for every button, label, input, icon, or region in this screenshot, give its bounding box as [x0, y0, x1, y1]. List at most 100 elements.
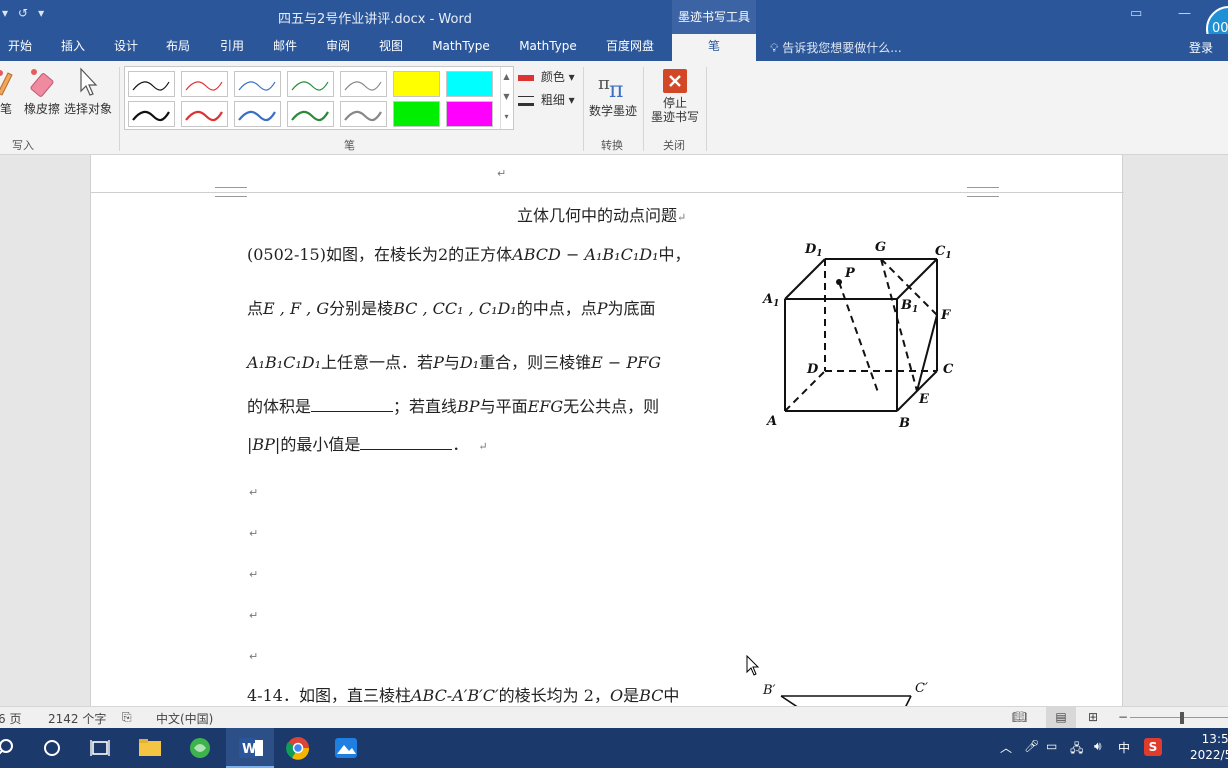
document-page[interactable]: ↵ 立体几何中的动点问题↵ (0502-15)如图，在棱长为2的正方体ABCD …: [90, 155, 1124, 706]
highlighter-magenta[interactable]: [446, 101, 493, 127]
microphone-icon[interactable]: 🎤︎: [1024, 739, 1039, 753]
select-objects-label: 选择对象: [63, 102, 112, 116]
thickness-button[interactable]: 粗细 ▾: [518, 91, 575, 108]
tab-review[interactable]: 审阅: [315, 34, 361, 61]
qat-customize-icon[interactable]: ▾: [2, 6, 8, 20]
text-run: 的棱长均为 2，: [498, 686, 610, 705]
tab-mathtype-2[interactable]: MathType: [511, 34, 585, 61]
text-run: 重合，则三棱锥: [479, 353, 592, 372]
tab-pen[interactable]: 笔: [672, 34, 756, 61]
tab-design[interactable]: 设计: [103, 34, 149, 61]
math-plane-efg: EFG: [527, 397, 564, 416]
tab-home[interactable]: 开始: [0, 34, 40, 61]
status-bar: 6 页 2142 个字 ⎘ 中文(中国) 📖︎ ▤ ⊞ −: [0, 706, 1228, 728]
paragraph-mark: ↵: [249, 486, 259, 499]
ime-indicator[interactable]: 中: [1118, 739, 1130, 756]
text-run: ；若直线: [393, 397, 458, 416]
edge-cprime-aprime: [905, 695, 912, 706]
qat-dropdown-icon[interactable]: ▾: [38, 6, 44, 20]
file-explorer-icon[interactable]: [126, 728, 174, 768]
math-edge-bc: BC: [639, 686, 664, 705]
pen-button[interactable]: 笔: [0, 67, 18, 117]
system-clock[interactable]: 13:50 2022/5/: [1190, 731, 1228, 763]
math-point-d1: D₁: [459, 353, 480, 372]
math-prism: ABC-A′B′C′: [410, 686, 499, 705]
eraser-button[interactable]: 橡皮擦: [22, 67, 62, 117]
page-count[interactable]: 6 页: [0, 710, 21, 727]
zoom-slider-thumb[interactable]: [1180, 712, 1184, 724]
pen-black-thin[interactable]: [128, 71, 175, 97]
pen-red-thin[interactable]: [181, 71, 228, 97]
tell-me-search[interactable]: 💡︎ 告诉我您想要做什么...: [770, 39, 902, 56]
highlighter-cyan[interactable]: [446, 71, 493, 97]
word-app-icon[interactable]: W: [226, 728, 274, 768]
paragraph-mark: ↵: [249, 609, 259, 622]
redo-icon[interactable]: ↺: [18, 6, 28, 20]
highlighter-yellow[interactable]: [393, 71, 440, 97]
margin-corner-right: [967, 187, 999, 197]
highlighter-green[interactable]: [393, 101, 440, 127]
write-group-label: 写入: [12, 139, 34, 152]
word-count[interactable]: 2142 个字: [48, 710, 106, 727]
browser-green-icon[interactable]: [176, 728, 224, 768]
web-layout-icon[interactable]: ⊞: [1088, 710, 1098, 724]
math-abs-bp: |BP|: [247, 435, 281, 454]
chrome-icon[interactable]: [274, 728, 322, 768]
zoom-out-icon[interactable]: −: [1118, 710, 1128, 724]
proofing-icon[interactable]: ⎘: [122, 710, 132, 725]
tab-view[interactable]: 视图: [368, 34, 414, 61]
print-layout-icon[interactable]: ▤: [1046, 707, 1076, 728]
tray-overflow-icon[interactable]: ︿: [1000, 739, 1012, 756]
label-p: P: [844, 266, 856, 281]
answer-blank-2[interactable]: [360, 449, 453, 450]
pen-green-thick[interactable]: [287, 101, 334, 127]
label-c: C: [943, 362, 954, 377]
pen-blue-thin[interactable]: [234, 71, 281, 97]
paragraph-mark: ↵: [249, 527, 259, 540]
cortana-icon[interactable]: [28, 728, 76, 768]
pens-gallery-scroll[interactable]: ▲ ▼ ▾: [500, 67, 512, 129]
math-pyramid: E − PFG: [591, 353, 662, 372]
problem1-line4: 的体积是 ；若直线BP与平面EFG无公共点，则: [247, 393, 659, 417]
battery-icon[interactable]: ▭: [1046, 739, 1057, 753]
text-run: 的体积是: [247, 397, 312, 416]
photos-app-icon[interactable]: [322, 728, 370, 768]
pen-red-thick[interactable]: [181, 101, 228, 127]
tab-mailings[interactable]: 邮件: [262, 34, 308, 61]
language-indicator[interactable]: 中文(中国): [156, 710, 213, 727]
sogou-input-icon[interactable]: S: [1144, 738, 1162, 756]
color-button[interactable]: 颜色 ▾: [518, 68, 575, 85]
math-line-bp: BP: [457, 397, 480, 416]
edge-b1c1: [896, 258, 938, 300]
text-run: 的最小值是: [280, 435, 361, 454]
tab-mathtype-1[interactable]: MathType: [424, 34, 498, 61]
volume-icon[interactable]: 🔊︎: [1094, 739, 1102, 754]
ink-to-math-button[interactable]: ππ 数学墨迹: [587, 67, 639, 119]
network-icon[interactable]: 🖧︎: [1070, 739, 1083, 760]
pen-blue-thick[interactable]: [234, 101, 281, 127]
answer-blank-1[interactable]: [311, 411, 394, 412]
task-view-icon[interactable]: [76, 728, 124, 768]
tab-baidu-netdisk[interactable]: 百度网盘: [598, 34, 662, 61]
read-mode-icon[interactable]: 📖︎: [1012, 710, 1027, 724]
close-x-icon: [663, 69, 687, 93]
paragraph-mark: ↵: [249, 568, 259, 581]
label-a: A: [765, 414, 777, 429]
pen-gray-thick[interactable]: [340, 101, 387, 127]
ribbon-display-options-icon[interactable]: ▭: [1130, 6, 1142, 21]
label-e: E: [918, 392, 930, 407]
select-objects-button[interactable]: 选择对象: [63, 67, 113, 117]
label-f: F: [940, 308, 951, 323]
minimize-button[interactable]: —: [1178, 6, 1191, 21]
problem1-line5: |BP|的最小值是 ． ↵: [247, 431, 488, 455]
tab-references[interactable]: 引用: [209, 34, 255, 61]
pen-label: 笔: [0, 102, 12, 116]
pen-gray-thin[interactable]: [340, 71, 387, 97]
tab-insert[interactable]: 插入: [50, 34, 96, 61]
stop-inking-button[interactable]: 停止 墨迹书写: [648, 69, 702, 124]
sign-in-link[interactable]: 登录: [1189, 39, 1213, 56]
pen-black-thick[interactable]: [128, 101, 175, 127]
tab-layout[interactable]: 布局: [155, 34, 201, 61]
zoom-slider-track[interactable]: [1130, 717, 1228, 718]
pen-green-thin[interactable]: [287, 71, 334, 97]
